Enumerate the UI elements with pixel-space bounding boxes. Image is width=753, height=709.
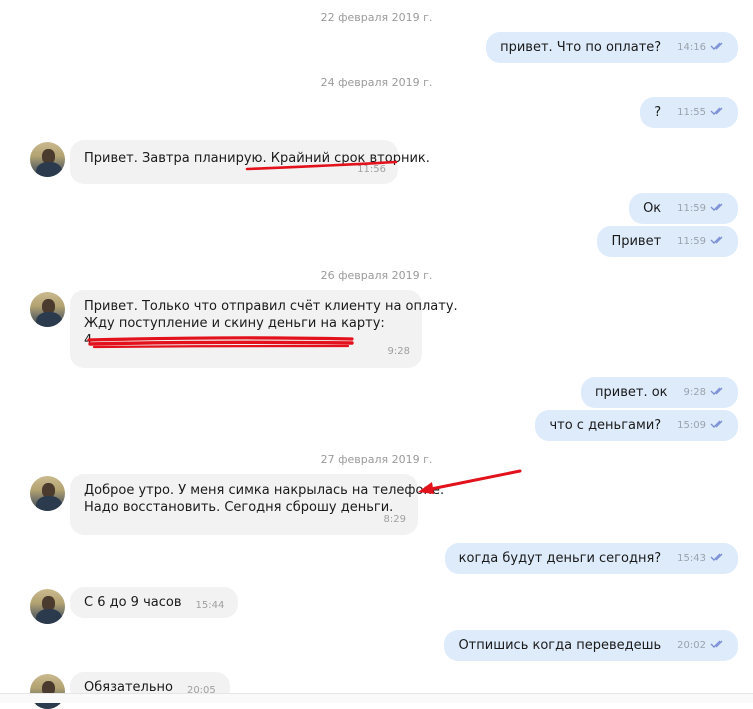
message-time: 15:43 xyxy=(677,553,706,564)
double-check-icon xyxy=(710,637,726,654)
message-incoming[interactable]: Доброе утро. У меня симка накрылась на т… xyxy=(70,474,445,535)
message-time: 11:56 xyxy=(357,164,386,175)
message-time: 11:59 xyxy=(677,203,706,214)
message-outgoing[interactable]: Отпишись когда переведешь 20:02 xyxy=(444,630,738,661)
message-outgoing[interactable]: Привет 11:59 xyxy=(597,226,738,257)
double-check-icon xyxy=(710,200,726,217)
message-text: привет. ок xyxy=(595,385,668,400)
message-text: Ок xyxy=(643,201,662,216)
message-text: когда будут деньги сегодня? xyxy=(458,551,662,566)
message-time: 15:09 xyxy=(677,420,706,431)
contact-avatar[interactable] xyxy=(30,589,65,624)
message-time: 15:44 xyxy=(195,600,225,611)
double-check-icon xyxy=(710,417,726,434)
message-incoming[interactable]: Привет. Завтра планирую. Крайний срок вт… xyxy=(70,140,430,184)
message-time: 14:16 xyxy=(677,42,706,53)
contact-avatar[interactable] xyxy=(30,674,65,709)
message-text: Привет xyxy=(611,234,662,249)
contact-avatar[interactable] xyxy=(30,142,65,177)
contact-avatar[interactable] xyxy=(30,476,65,511)
message-time: 8:29 xyxy=(383,514,406,525)
message-text-line: 4 xyxy=(84,333,93,348)
message-time: 11:55 xyxy=(677,107,706,118)
message-outgoing[interactable]: привет. Что по оплате? 14:16 xyxy=(486,32,738,63)
message-text-line: Доброе утро. У меня симка накрылась на т… xyxy=(84,483,445,498)
message-time: 9:28 xyxy=(683,387,706,398)
message-text: привет. Что по оплате? xyxy=(500,40,662,55)
chat-history[interactable]: 22 февраля 2019 г. привет. Что по оплате… xyxy=(0,0,753,709)
message-outgoing[interactable]: привет. ок 9:28 xyxy=(581,377,738,408)
date-separator: 22 февраля 2019 г. xyxy=(320,11,433,24)
date-separator: 27 февраля 2019 г. xyxy=(320,453,433,466)
date-separator: 24 февраля 2019 г. xyxy=(320,76,433,89)
redacted-text xyxy=(96,336,346,344)
message-outgoing[interactable]: Ок 11:59 xyxy=(629,193,738,224)
double-check-icon xyxy=(710,550,726,567)
message-text: Привет. Завтра планирую. xyxy=(84,151,271,166)
double-check-icon xyxy=(710,104,726,121)
message-text: С 6 до 9 часов xyxy=(84,595,182,610)
message-text: Отпишись когда переведешь xyxy=(458,638,662,653)
date-separator: 26 февраля 2019 г. xyxy=(320,269,433,282)
message-text: что с деньгами? xyxy=(549,418,662,433)
message-outgoing[interactable]: ? 11:55 xyxy=(640,97,738,128)
message-text-line: Жду поступление и скину деньги на карту: xyxy=(84,316,385,331)
message-outgoing[interactable]: что с деньгами? 15:09 xyxy=(535,410,738,441)
message-outgoing[interactable]: когда будут деньги сегодня? 15:43 xyxy=(444,543,738,574)
message-highlight-text: Крайний срок вторник. xyxy=(270,151,430,166)
message-time: 11:59 xyxy=(677,236,706,247)
message-text-line: Привет. Только что отправил счёт клиенту… xyxy=(84,299,458,314)
message-incoming[interactable]: Привет. Только что отправил счёт клиенту… xyxy=(70,290,458,368)
message-text-line: Надо восстановить. Сегодня сброшу деньги… xyxy=(84,500,394,515)
message-time: 9:28 xyxy=(387,346,410,357)
contact-avatar[interactable] xyxy=(30,292,65,327)
double-check-icon xyxy=(710,233,726,250)
message-text: ? xyxy=(654,105,662,120)
message-time: 20:02 xyxy=(677,640,706,651)
message-incoming[interactable]: С 6 до 9 часов 15:44 xyxy=(70,587,239,618)
double-check-icon xyxy=(710,39,726,56)
double-check-icon xyxy=(710,384,726,401)
